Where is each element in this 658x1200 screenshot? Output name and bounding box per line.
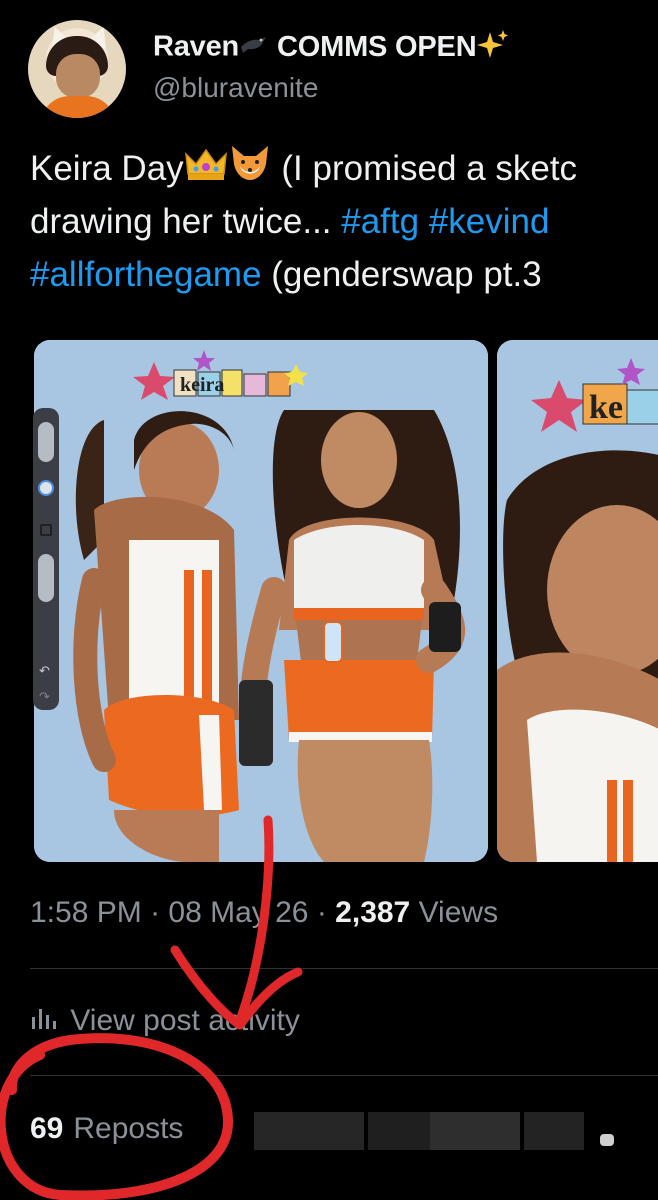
avatar[interactable] — [28, 20, 126, 118]
redaction-block — [430, 1112, 520, 1150]
avatar-face — [56, 54, 100, 98]
view-post-activity-label: View post activity — [70, 1004, 300, 1037]
slider-thumb[interactable] — [38, 480, 54, 496]
hashtag-allforthegame[interactable]: #allforthegame — [30, 255, 262, 294]
tweet-body: Keira Day (I promised a sketc drawing he… — [30, 142, 658, 301]
hashtag-aftg[interactable]: #aftg — [341, 202, 419, 241]
artwork-closeup: ke — [497, 340, 658, 862]
reposts-label: Reposts — [73, 1112, 184, 1145]
square-tool-icon[interactable] — [40, 524, 52, 536]
reposts-count: 69 — [30, 1112, 64, 1145]
tweet-line-1: Keira Day (I promised a sketc — [30, 142, 658, 195]
hashtag-kevind[interactable]: #kevind — [429, 202, 550, 241]
artwork-illustration: keira — [34, 340, 488, 862]
keira-title-text: keira — [180, 374, 224, 396]
redaction-block — [368, 1112, 438, 1150]
redaction-block — [254, 1112, 364, 1150]
avatar-shirt — [40, 96, 116, 118]
author-display-name[interactable]: Raven COMMS OPEN — [153, 28, 510, 68]
crow-icon — [239, 31, 269, 65]
redacted-stats — [240, 1112, 658, 1152]
post-date[interactable]: 08 May 26 — [168, 896, 308, 929]
redaction-block — [600, 1134, 614, 1146]
redaction-block — [524, 1112, 584, 1150]
ke-title-text: ke — [589, 389, 623, 426]
divider — [30, 1075, 658, 1076]
tweet-text-line1-tail: (I promised a sketc — [271, 149, 578, 188]
reposts-count-link[interactable]: 69 Reposts — [30, 1112, 183, 1146]
fox-face-icon — [228, 144, 272, 197]
views-label: Views — [410, 896, 499, 929]
redo-icon[interactable]: ↷ — [39, 690, 53, 704]
media-image-1[interactable]: keira — [34, 340, 488, 862]
tweet-line-3: #allforthegame (genderswap pt.3 — [30, 248, 658, 301]
author-handle[interactable]: @bluravenite — [153, 72, 318, 104]
opacity-slider[interactable] — [38, 554, 54, 602]
post-meta: 1:58 PM · 08 May 26 · 2,387 Views — [30, 896, 499, 929]
view-post-activity-link[interactable]: View post activity — [30, 1004, 300, 1039]
bar-chart-icon — [30, 1005, 58, 1039]
media-image-2[interactable]: ke — [497, 340, 658, 862]
tweet-line-2: drawing her twice... #aftg #kevind — [30, 195, 658, 248]
post-time[interactable]: 1:58 PM — [30, 896, 142, 929]
slider-track-top[interactable] — [38, 422, 54, 462]
crown-icon — [184, 144, 228, 197]
author-name-suffix: COMMS OPEN — [277, 30, 477, 63]
tweet-text-line2: drawing her twice... — [30, 202, 342, 241]
undo-icon[interactable]: ↶ — [39, 664, 53, 678]
tweet-text-start: Keira Day — [30, 149, 184, 188]
sparkles-icon — [476, 28, 510, 68]
author-name: Raven — [153, 30, 240, 63]
tweet-text-line3-tail: (genderswap pt.3 — [261, 255, 542, 294]
brush-size-slider[interactable]: ↶ ↷ — [33, 408, 59, 710]
views-count: 2,387 — [335, 896, 411, 929]
divider — [30, 968, 658, 969]
